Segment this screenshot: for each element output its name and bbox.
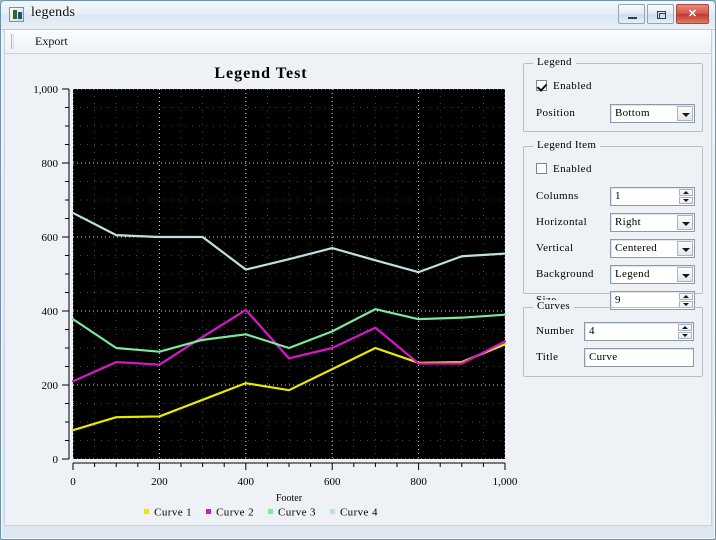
window-title: legends (31, 5, 76, 20)
legend-item-vertical-value: Centered (615, 242, 658, 254)
curves-number-value: 4 (589, 325, 595, 337)
curves-group-title: Curves (533, 300, 574, 312)
chart-canvas: 0 200 400 600 800 1,000 0 200 400 600 800 1,000 Foot… (33, 84, 517, 504)
chevron-down-icon[interactable] (677, 215, 693, 230)
chart-legend: Curve 1 Curve 2 Curve 3 Curve 4 (5, 506, 517, 518)
legend-item-label: Curve 4 (339, 506, 378, 519)
stepper-up-icon[interactable] (679, 189, 693, 196)
x-axis-tick-label: 800 (410, 476, 427, 488)
legend-position-row: Position Bottom (536, 104, 696, 124)
x-axis-tick-label: 400 (238, 476, 255, 488)
y-axis-tick-label: 800 (42, 158, 59, 170)
curves-number-stepper[interactable]: 4 (584, 322, 694, 341)
legend-item-size-value: 9 (615, 294, 621, 306)
legend-item-vertical-select[interactable]: Centered (610, 239, 695, 258)
legend-enabled-checkbox[interactable] (536, 80, 547, 91)
legend-item-4[interactable]: Curve 4 (329, 506, 378, 519)
minimize-button[interactable] (618, 4, 645, 24)
legend-item-horizontal-row: Horizontal Right (536, 213, 696, 233)
maximize-icon (657, 11, 666, 19)
legend-item-vertical-label: Vertical (536, 242, 574, 254)
plot-panel: Legend Test 0 200 400 600 800 1,000 0 200 400 600… (5, 54, 517, 524)
stepper-up-icon[interactable] (679, 293, 693, 300)
legend-item-label: Curve 3 (278, 506, 316, 519)
y-axis-tick-label: 600 (42, 232, 59, 244)
x-axis-tick-label: 600 (324, 476, 341, 488)
close-button[interactable]: ✕ (676, 4, 709, 24)
curves-title-label: Title (536, 351, 559, 363)
minimize-icon (628, 17, 637, 19)
close-icon: ✕ (687, 8, 698, 20)
legend-item-2[interactable]: Curve 2 (206, 506, 254, 518)
plot-background (73, 89, 505, 459)
legend-item-columns-value: 1 (615, 190, 621, 202)
legend-position-value: Bottom (615, 107, 650, 119)
y-axis-tick-label: 400 (42, 306, 59, 318)
menu-bar: Export (4, 30, 712, 54)
x-axis-tick-label: 0 (70, 476, 76, 488)
settings-panel: Legend Enabled Position Bottom Legend It… (517, 54, 711, 524)
legend-enabled-row[interactable]: Enabled (536, 78, 686, 98)
chevron-down-icon[interactable] (677, 106, 693, 121)
legend-item-horizontal-label: Horizontal (536, 216, 588, 228)
legend-item-group-title: Legend Item (533, 139, 601, 151)
x-axis-title: Footer (276, 493, 303, 504)
stepper-down-icon[interactable] (679, 197, 693, 204)
legend-item-3[interactable]: Curve 3 (268, 506, 316, 518)
legend-swatch-icon (206, 508, 212, 514)
y-axis-tick-label: 0 (53, 454, 59, 466)
legend-item-background-label: Background (536, 268, 594, 280)
legend-item-enabled-checkbox[interactable] (536, 163, 547, 174)
legend-item-1[interactable]: Curve 1 (144, 506, 192, 518)
legend-item-label: Curve 1 (154, 506, 193, 519)
stepper-up-icon[interactable] (678, 324, 692, 331)
legend-group-title: Legend (533, 56, 576, 68)
legend-position-select[interactable]: Bottom (610, 104, 695, 123)
legend-swatch-icon (329, 508, 335, 514)
application-window: legends ✕ Export Legend Test 0 200 400 600 8… (0, 0, 716, 540)
legend-item-group: Legend Item Enabled Columns 1 Horizontal (523, 139, 703, 310)
legend-item-columns-stepper[interactable]: 1 (610, 187, 695, 206)
curves-number-label: Number (536, 325, 575, 337)
chevron-down-icon[interactable] (677, 241, 693, 256)
legend-item-label: Curve 2 (216, 506, 254, 519)
y-axis-tick-label: 1,000 (33, 84, 58, 96)
legend-group: Legend Enabled Position Bottom (523, 56, 703, 132)
application-icon (9, 7, 24, 22)
legend-item-background-row: Background Legend (536, 265, 696, 285)
title-bar: legends ✕ (1, 1, 715, 30)
legend-item-horizontal-value: Right (615, 216, 641, 228)
stepper-down-icon[interactable] (678, 332, 692, 339)
legend-item-columns-row: Columns 1 (536, 187, 696, 207)
curves-title-input[interactable]: Curve (584, 348, 694, 367)
legend-swatch-icon (144, 508, 150, 514)
curves-title-value: Curve (589, 351, 618, 363)
curves-number-row: Number 4 (536, 322, 701, 342)
legend-item-horizontal-select[interactable]: Right (610, 213, 695, 232)
legend-enabled-label: Enabled (553, 80, 592, 92)
toolbar-grip-icon[interactable] (10, 34, 15, 49)
x-axis-tick-label: 1,000 (493, 476, 517, 488)
legend-swatch-icon (268, 508, 273, 514)
legend-item-enabled-label: Enabled (553, 163, 592, 175)
x-axis-tick-label: 200 (151, 476, 168, 488)
main-content: Legend Test 0 200 400 600 800 1,000 0 200 400 600… (4, 54, 712, 526)
legend-item-background-value: Legend (615, 268, 650, 280)
y-axis-tick-label: 200 (42, 380, 59, 392)
legend-item-enabled-row[interactable]: Enabled (536, 161, 686, 181)
maximize-button[interactable] (647, 4, 674, 24)
chevron-down-icon[interactable] (677, 267, 693, 282)
curves-group: Curves Number 4 Title Curve (523, 300, 703, 377)
curves-title-row: Title Curve (536, 348, 701, 368)
legend-position-label: Position (536, 107, 576, 119)
legend-item-background-select[interactable]: Legend (610, 265, 695, 284)
legend-item-columns-label: Columns (536, 190, 579, 202)
legend-item-vertical-row: Vertical Centered (536, 239, 696, 259)
menu-item-export[interactable]: Export (29, 33, 74, 50)
